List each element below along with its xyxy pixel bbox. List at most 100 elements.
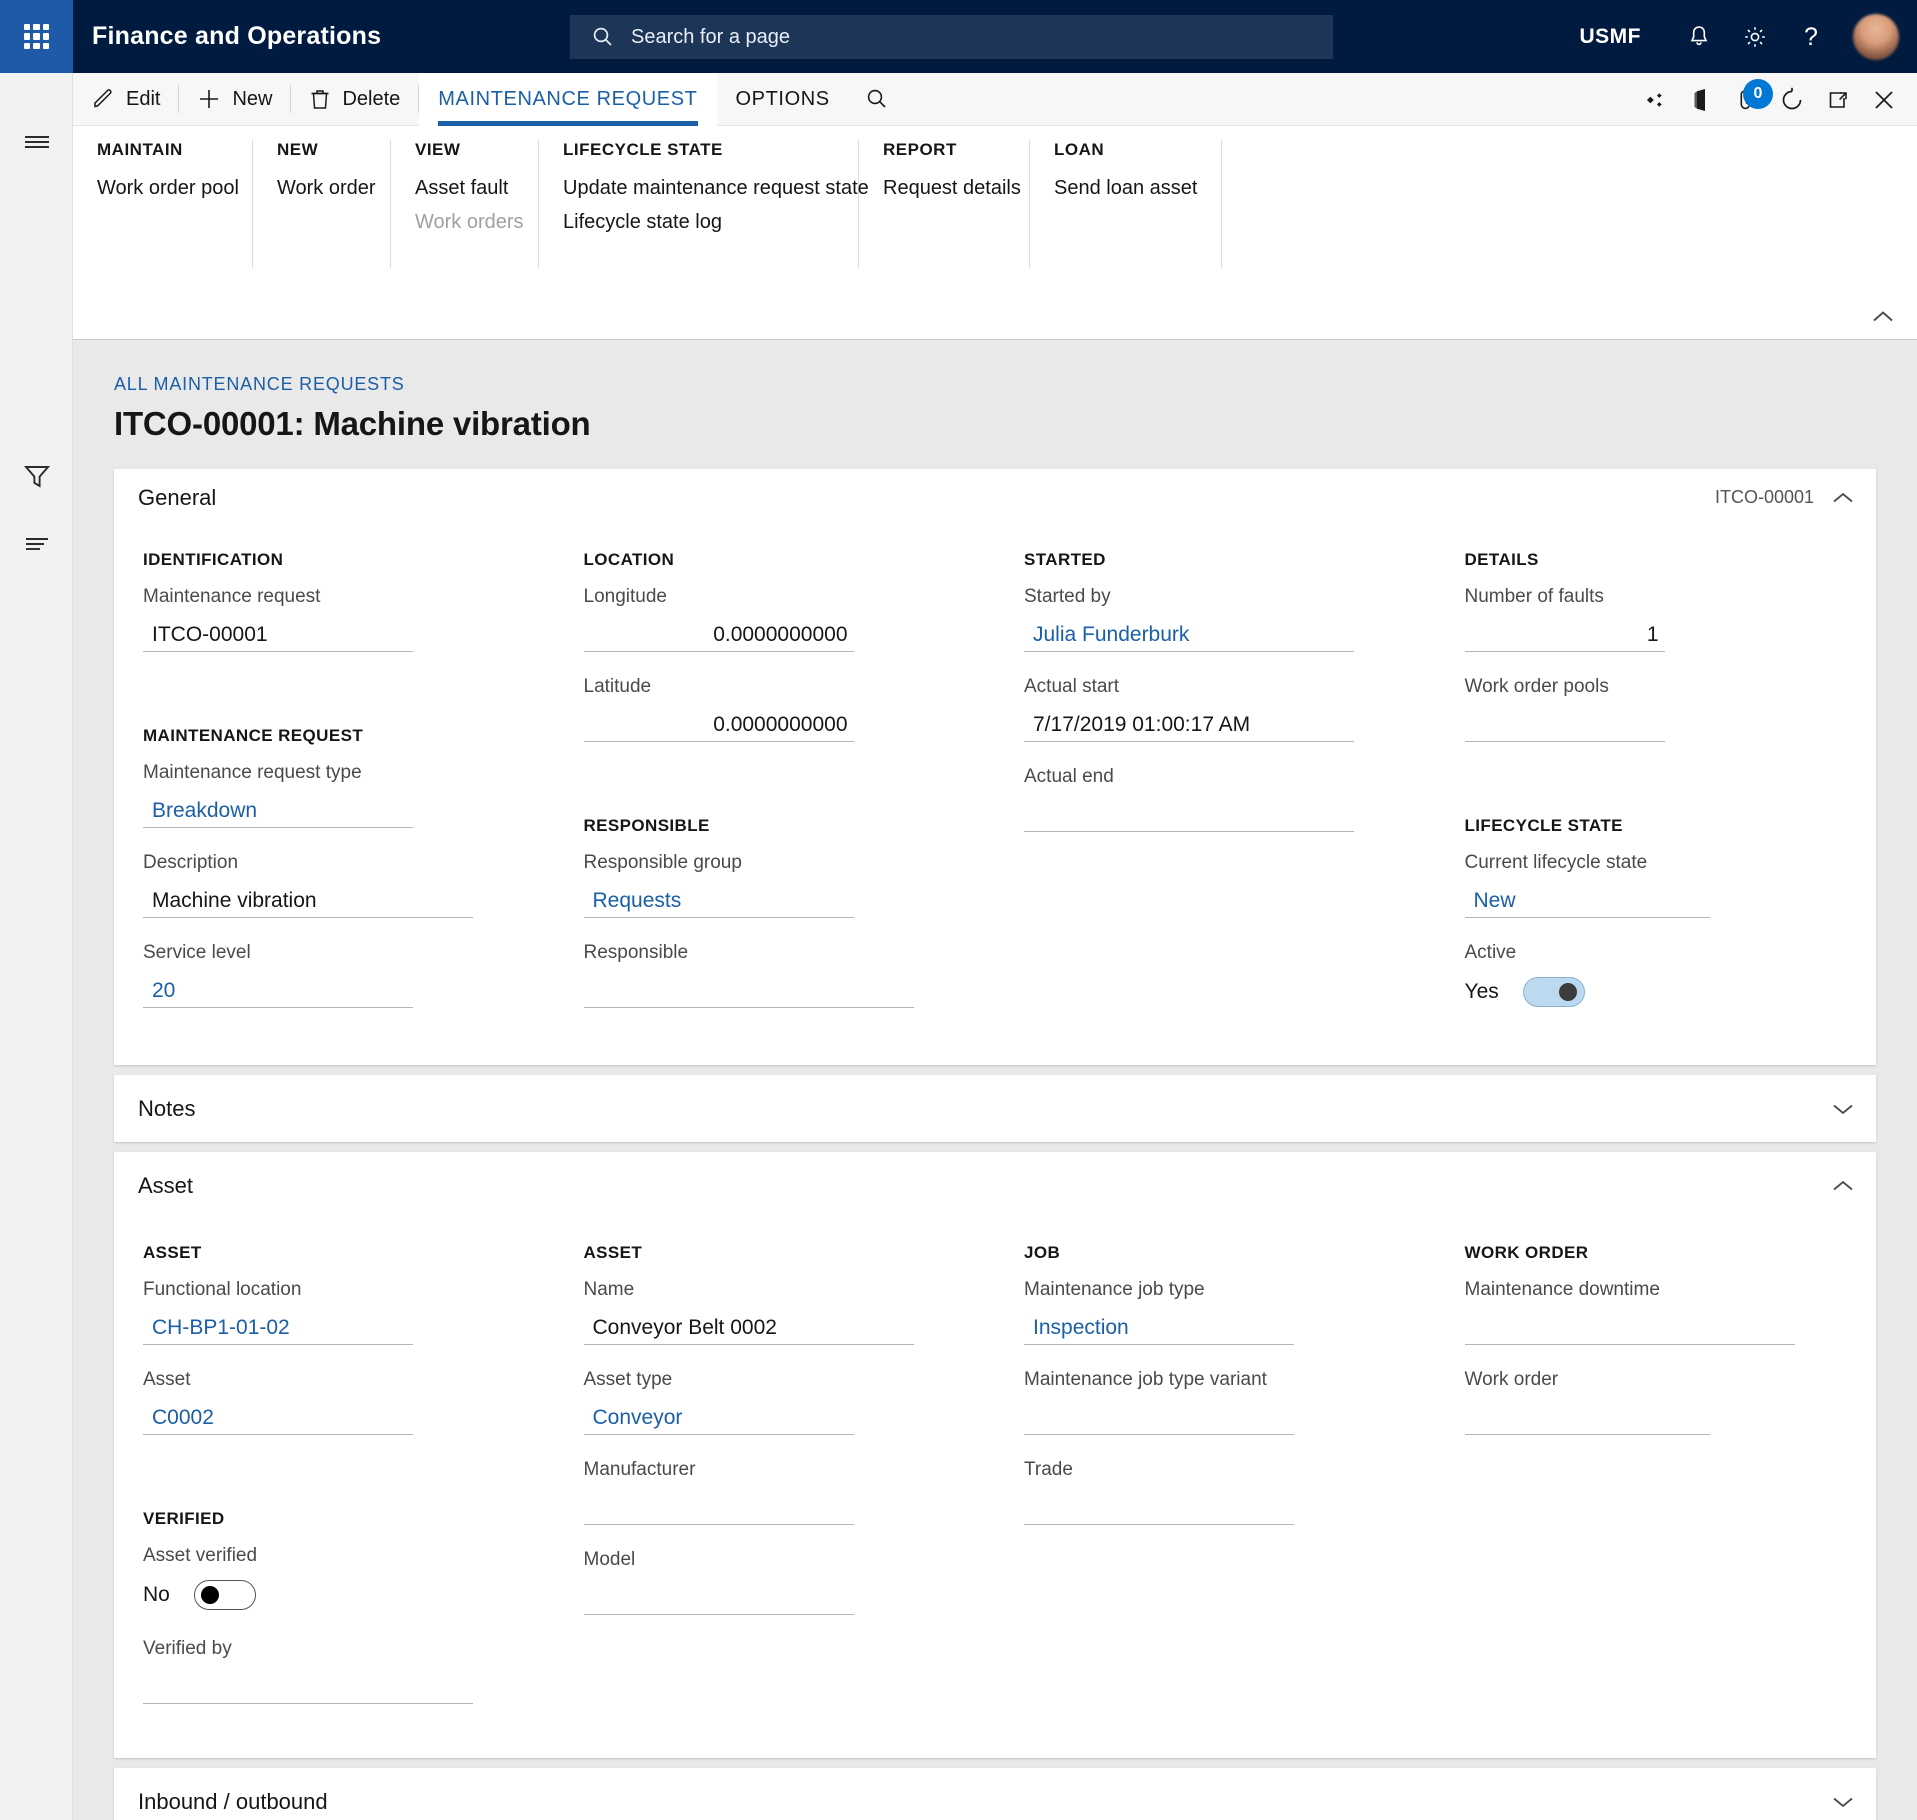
group-title-started: STARTED [1024, 550, 1407, 570]
pane-group-title: NEW [277, 140, 366, 160]
pane-item-lifecycle-state-log[interactable]: Lifecycle state log [563, 211, 834, 234]
field-maintenance-job-type-variant: Maintenance job type variant [1024, 1369, 1407, 1435]
field-value[interactable]: Requests [584, 883, 854, 918]
open-new-window-button[interactable] [1815, 73, 1861, 126]
action-pane-search-button[interactable] [849, 73, 905, 126]
general-column-started: STARTED Started by Julia Funderburk Actu… [995, 534, 1436, 1035]
field-value[interactable]: New [1465, 883, 1710, 918]
field-value[interactable]: Conveyor [584, 1400, 854, 1435]
field-value[interactable] [584, 973, 914, 1008]
new-button[interactable]: New [179, 73, 290, 126]
chevron-down-icon[interactable] [1832, 1791, 1854, 1813]
field-value[interactable] [584, 1490, 854, 1525]
pane-item-work-order[interactable]: Work order [277, 177, 366, 200]
group-title-verified: VERIFIED [143, 1509, 526, 1529]
field-value[interactable]: Conveyor Belt 0002 [584, 1310, 914, 1345]
field-value[interactable] [1024, 1490, 1294, 1525]
group-title-lifecycle-state: LIFECYCLE STATE [1465, 816, 1848, 836]
breadcrumb[interactable]: ALL MAINTENANCE REQUESTS [73, 340, 405, 395]
collapse-action-pane-button[interactable] [1863, 300, 1903, 334]
field-value[interactable] [1024, 797, 1354, 832]
help-button[interactable]: ? [1783, 0, 1839, 73]
field-value[interactable] [1465, 1310, 1795, 1345]
spacer [143, 1459, 526, 1493]
fasttab-notes-header[interactable]: Notes [114, 1075, 1876, 1142]
tab-maintenance-request[interactable]: MAINTENANCE REQUEST [419, 73, 716, 126]
fasttab-asset-header[interactable]: Asset [114, 1152, 1876, 1219]
field-value[interactable]: 1 [1465, 617, 1665, 652]
pane-item-work-order-pool[interactable]: Work order pool [97, 177, 228, 200]
field-value[interactable]: C0002 [143, 1400, 413, 1435]
attachments-button[interactable]: 0 [1723, 73, 1769, 126]
field-value[interactable]: Breakdown [143, 793, 413, 828]
field-value[interactable]: Inspection [1024, 1310, 1294, 1345]
user-avatar[interactable] [1853, 14, 1899, 60]
fasttab-general-summary: ITCO-00001 [1715, 487, 1814, 508]
field-value[interactable]: Machine vibration [143, 883, 473, 918]
fasttab-asset: Asset ASSET Functional location CH-BP1-0… [114, 1152, 1876, 1758]
filter-pane-button[interactable] [0, 445, 73, 507]
fasttab-notes: Notes [114, 1075, 1876, 1142]
field-value[interactable] [1465, 707, 1665, 742]
active-toggle[interactable] [1523, 977, 1585, 1007]
field-label: Work order pools [1465, 676, 1848, 698]
field-value[interactable]: 20 [143, 973, 413, 1008]
relationships-button[interactable] [1631, 73, 1677, 126]
general-column-location: LOCATION Longitude 0.0000000000 Latitude… [555, 534, 996, 1035]
fasttab-inbound-outbound-header-right [1832, 1791, 1854, 1813]
field-label: Maintenance downtime [1465, 1279, 1848, 1301]
field-value[interactable] [584, 1580, 854, 1615]
field-started-by: Started by Julia Funderburk [1024, 586, 1407, 652]
pane-item-request-details[interactable]: Request details [883, 177, 1005, 200]
top-navigation-bar: Finance and Operations Search for a page… [0, 0, 1917, 73]
pane-item-work-orders: Work orders [415, 211, 514, 234]
delete-button[interactable]: Delete [291, 73, 418, 126]
new-button-label: New [232, 88, 272, 111]
field-value[interactable]: Julia Funderburk [1024, 617, 1354, 652]
field-label: Number of faults [1465, 586, 1848, 608]
tab-options[interactable]: OPTIONS [717, 73, 849, 126]
fasttab-general-title: General [138, 485, 216, 511]
nav-pane-toggle-button[interactable] [0, 111, 73, 173]
field-value[interactable] [1465, 1400, 1710, 1435]
refresh-button[interactable] [1769, 73, 1815, 126]
asset-verified-toggle[interactable] [194, 1580, 256, 1610]
field-value[interactable]: CH-BP1-01-02 [143, 1310, 413, 1345]
fasttab-inbound-outbound-header[interactable]: Inbound / outbound [114, 1768, 1876, 1820]
notifications-button[interactable] [1671, 0, 1727, 73]
field-description: Description Machine vibration [143, 852, 526, 918]
close-button[interactable] [1861, 73, 1907, 126]
group-title-maintenance-request: MAINTENANCE REQUEST [143, 726, 526, 746]
hamburger-menu-icon [21, 130, 53, 154]
field-value[interactable] [1024, 1400, 1294, 1435]
page-search-placeholder: Search for a page [631, 26, 790, 49]
settings-button[interactable] [1727, 0, 1783, 73]
edit-button[interactable]: Edit [73, 73, 178, 126]
chevron-up-icon[interactable] [1832, 1175, 1854, 1197]
action-pane: Edit New Delete MAINTENANCE REQUEST OPTI… [73, 73, 1917, 340]
field-value[interactable]: ITCO-00001 [143, 617, 413, 652]
fasttab-general-header[interactable]: General ITCO-00001 [114, 469, 1876, 526]
app-launcher-button[interactable] [0, 0, 73, 73]
open-in-office-button[interactable] [1677, 73, 1723, 126]
chevron-down-icon[interactable] [1832, 1098, 1854, 1120]
pane-item-asset-fault[interactable]: Asset fault [415, 177, 514, 200]
svg-text:?: ? [1804, 23, 1818, 51]
related-information-button[interactable] [0, 513, 73, 575]
asset-column-job: JOB Maintenance job type Inspection Main… [995, 1227, 1436, 1728]
field-value[interactable]: 0.0000000000 [584, 707, 854, 742]
pane-item-update-maintenance-request-state[interactable]: Update maintenance request state [563, 177, 834, 200]
field-label: Started by [1024, 586, 1407, 608]
field-value[interactable]: 0.0000000000 [584, 617, 854, 652]
field-model: Model [584, 1549, 967, 1615]
field-value[interactable] [143, 1669, 473, 1704]
field-value[interactable]: 7/17/2019 01:00:17 AM [1024, 707, 1354, 742]
field-functional-location: Functional location CH-BP1-01-02 [143, 1279, 526, 1345]
company-selector[interactable]: USMF [1580, 25, 1642, 49]
fasttab-notes-header-right [1832, 1098, 1854, 1120]
chevron-up-icon[interactable] [1832, 487, 1854, 509]
page-search-input[interactable]: Search for a page [570, 15, 1333, 59]
pane-item-send-loan-asset[interactable]: Send loan asset [1054, 177, 1197, 200]
field-actual-start: Actual start 7/17/2019 01:00:17 AM [1024, 676, 1407, 742]
refresh-icon [1779, 87, 1805, 113]
